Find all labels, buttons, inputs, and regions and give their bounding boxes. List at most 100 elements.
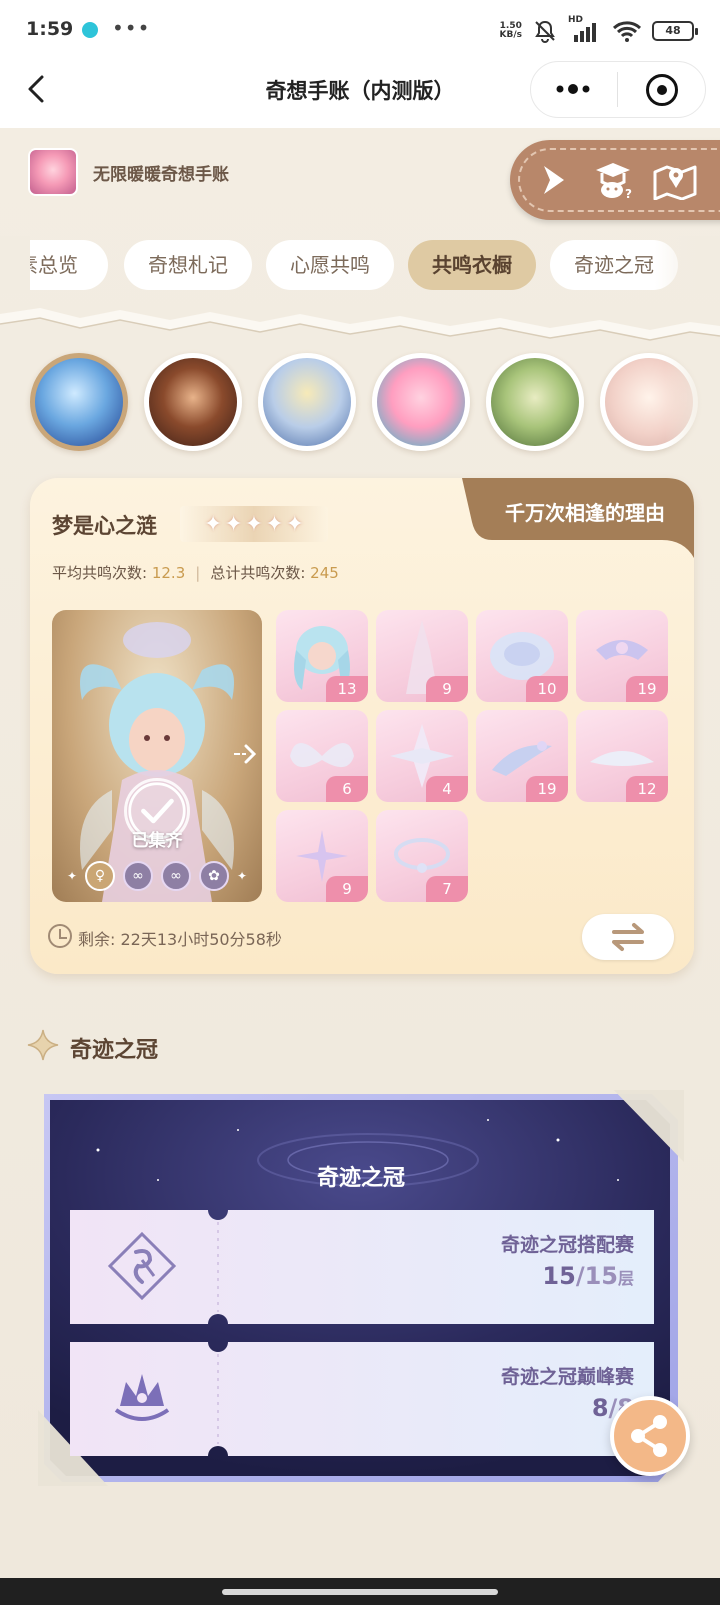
- resonance-stats: 平均共鸣次数: 12.3 | 总计共鸣次数: 245: [52, 562, 339, 583]
- ticket-progress: 15/15层: [542, 1262, 634, 1290]
- map-pin-icon[interactable]: [652, 160, 698, 200]
- star-rating: ✦ ✦ ✦ ✦ ✦: [180, 506, 328, 542]
- share-icon: [631, 1415, 667, 1457]
- variant-key-icon[interactable]: ♀: [85, 861, 115, 891]
- outfit-piece-hair[interactable]: 13: [276, 610, 368, 702]
- star-icon: ✦: [265, 511, 284, 537]
- share-button[interactable]: [610, 1396, 690, 1476]
- avg-value: 12.3: [151, 564, 186, 582]
- total-resonance-label: 总计共鸣次数: 245: [210, 562, 338, 583]
- outfit-piece-earrings[interactable]: 19: [476, 710, 568, 802]
- piece-count: 7: [426, 876, 468, 902]
- sparkle-icon: ✦: [237, 869, 248, 883]
- close-mini-program-icon[interactable]: [646, 74, 678, 106]
- piece-count: 13: [326, 676, 368, 702]
- graduation-cap-icon[interactable]: ?: [592, 158, 634, 200]
- outfit-piece-back[interactable]: 4: [376, 710, 468, 802]
- next-arrow-icon[interactable]: [232, 742, 256, 766]
- piece-count: 4: [426, 776, 468, 802]
- outfit-piece-necklace[interactable]: 7: [376, 810, 468, 902]
- outfit-piece-hairpin[interactable]: 9: [276, 810, 368, 902]
- avg-resonance-label: 平均共鸣次数: 12.3: [52, 562, 185, 583]
- star-icon: ✦: [203, 511, 223, 537]
- tab-fade-right: [655, 236, 720, 294]
- more-options-icon[interactable]: [554, 80, 592, 98]
- total-label: 总计共鸣次数:: [210, 564, 306, 582]
- net-speed-unit: KB/s: [499, 30, 522, 40]
- ticket-name: 奇迹之冠巅峰赛: [500, 1366, 634, 1388]
- outfit-piece-headwear[interactable]: 19: [576, 610, 668, 702]
- wifi-icon: [612, 21, 642, 42]
- piece-count: 10: [526, 676, 568, 702]
- total-value: 245: [310, 564, 339, 582]
- piece-count: 19: [526, 776, 568, 802]
- tab-notes[interactable]: 奇想札记: [124, 240, 252, 290]
- status-more-icon: •••: [112, 16, 151, 40]
- progress-value: 15: [542, 1262, 576, 1290]
- mute-bell-icon: [535, 20, 555, 43]
- panel-title: 奇迹之冠: [316, 1166, 405, 1191]
- home-indicator[interactable]: [222, 1589, 498, 1595]
- avatar-outfit-2[interactable]: [144, 353, 242, 451]
- outfit-name: 梦是心之涟: [52, 514, 157, 538]
- piece-count: 19: [626, 676, 668, 702]
- tab-resonance-wardrobe[interactable]: 共鸣衣橱: [408, 240, 536, 290]
- tab-fade-left: [0, 236, 30, 294]
- avatar-fade: [665, 350, 720, 455]
- notification-app-icon: [82, 22, 98, 38]
- crown-icon: [114, 1374, 170, 1421]
- status-time: 1:59: [26, 18, 74, 40]
- progress-value: 8: [591, 1394, 609, 1422]
- star-icon: ✦: [244, 511, 264, 537]
- capsule-divider: [617, 72, 618, 107]
- avg-label: 平均共鸣次数:: [52, 564, 148, 582]
- battery-indicator: 48: [652, 21, 698, 41]
- avatar-outfit-5[interactable]: [486, 353, 584, 451]
- card-tag-text: 千万次相逢的理由: [505, 501, 665, 525]
- clock-icon: [48, 924, 72, 948]
- swap-button[interactable]: [582, 914, 674, 960]
- tab-wish-resonance[interactable]: 心愿共鸣: [266, 240, 394, 290]
- cellular-signal-icon: HD: [568, 15, 602, 44]
- net-speed: 1.50 KB/s: [500, 22, 522, 40]
- avatar-outfit-3[interactable]: [258, 353, 356, 451]
- tab-label: 奇迹之冠: [574, 253, 654, 277]
- outfit-piece-wings[interactable]: 6: [276, 710, 368, 802]
- torn-paper-divider: [0, 308, 720, 341]
- four-point-star-icon: [27, 1029, 59, 1061]
- tab-label: 心愿共鸣: [290, 253, 370, 277]
- avatar-outfit-1[interactable]: [30, 353, 128, 451]
- piece-count: 6: [326, 776, 368, 802]
- remaining-time: 剩余: 22天13小时50分58秒: [78, 930, 282, 949]
- ticket-name: 奇迹之冠搭配赛: [500, 1234, 634, 1256]
- rose-diamond-icon: [107, 1231, 177, 1301]
- play-arrow-icon[interactable]: [540, 163, 568, 197]
- svg-text:?: ?: [625, 187, 632, 200]
- ticket-styling-contest[interactable]: 奇迹之冠搭配赛 15/15层: [70, 1210, 654, 1324]
- variant-selector: ✦ ♀ ∞ ∞ ✿ ✦: [52, 858, 262, 894]
- outfit-piece-shoes[interactable]: 12: [576, 710, 668, 802]
- star-icon: ✦: [285, 511, 305, 537]
- stats-divider: |: [195, 563, 201, 582]
- game-app-icon: [28, 148, 78, 196]
- variant-flower-icon[interactable]: ✿: [199, 861, 229, 891]
- piece-count: 9: [326, 876, 368, 902]
- variant-knot-icon[interactable]: ∞: [161, 861, 191, 891]
- sparkle-icon: ✦: [66, 869, 77, 883]
- tab-label: 共鸣衣橱: [432, 253, 512, 277]
- piece-count: 12: [626, 776, 668, 802]
- variant-ring-icon[interactable]: ∞: [123, 861, 153, 891]
- outfit-piece-dress[interactable]: 9: [376, 610, 468, 702]
- progress-unit: 层: [617, 1269, 634, 1288]
- section-title: 奇迹之冠: [70, 1038, 159, 1063]
- swap-arrows-icon: [612, 923, 644, 951]
- outfit-piece-outer[interactable]: 10: [476, 610, 568, 702]
- progress-max: /15: [575, 1262, 618, 1290]
- avatar-outfit-4[interactable]: [372, 353, 470, 451]
- tab-label: 奇想札记: [148, 253, 228, 277]
- piece-count: 9: [426, 676, 468, 702]
- star-icon: ✦: [224, 511, 243, 537]
- collected-label: 已集齐: [131, 831, 183, 851]
- status-indicators: 1.50 KB/s HD 48: [500, 15, 698, 44]
- ticket-peak-contest[interactable]: 奇迹之冠巅峰赛 8/8: [70, 1342, 654, 1456]
